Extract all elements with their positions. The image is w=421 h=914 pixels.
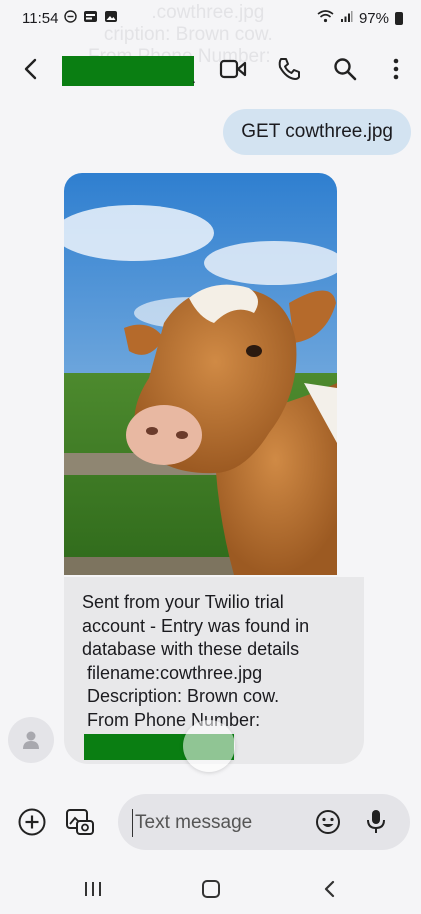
incoming-line-3: database with these details [82,639,300,659]
status-left: 11:54 [22,10,118,27]
add-icon[interactable] [16,806,48,838]
wifi-icon [317,9,334,27]
system-nav-bar [0,864,421,914]
phone-icon[interactable] [274,54,304,84]
notification-icon [83,10,98,27]
gallery-camera-icon[interactable] [64,806,96,838]
search-icon[interactable] [330,54,360,84]
video-call-icon[interactable] [218,54,248,84]
status-bar: 11:54 97% [0,0,421,36]
home-icon[interactable] [196,876,226,902]
battery-icon [395,11,403,25]
signal-icon [340,10,353,27]
gallery-icon [104,10,118,27]
back-arrow-icon[interactable] [16,53,48,85]
text-message-input[interactable] [132,809,307,837]
incoming-line-1: Sent from your Twilio trial [82,592,284,612]
status-right: 97% [317,9,403,27]
incoming-cow-photo[interactable] [64,173,337,575]
incoming-line-4: filename:cowthree.jpg [82,662,263,683]
emoji-icon[interactable] [312,806,344,838]
status-time: 11:54 [22,9,59,27]
outgoing-message-text: GET cowthree.jpg [241,121,393,142]
scroll-to-bottom-button[interactable] [183,720,235,772]
cow-photo-image [64,173,337,575]
outgoing-message-bubble[interactable]: GET cowthree.jpg [223,109,411,155]
more-vert-icon[interactable] [381,54,411,84]
recents-icon[interactable] [78,876,108,902]
contact-name-redacted[interactable] [62,56,194,86]
dnd-icon [64,9,78,27]
nav-back-icon[interactable] [315,876,345,902]
mic-icon[interactable] [360,806,392,838]
text-message-field[interactable] [118,794,410,850]
message-composer [0,790,421,854]
battery-percentage: 97% [358,9,389,27]
contact-name-dot: . [192,70,196,86]
incoming-line-5: Description: Brown cow. [82,686,280,706]
contact-avatar[interactable] [8,717,54,763]
person-icon [23,731,39,749]
incoming-line-2: account - Entry was found in [82,615,310,636]
conversation-app-bar: . [0,44,421,94]
